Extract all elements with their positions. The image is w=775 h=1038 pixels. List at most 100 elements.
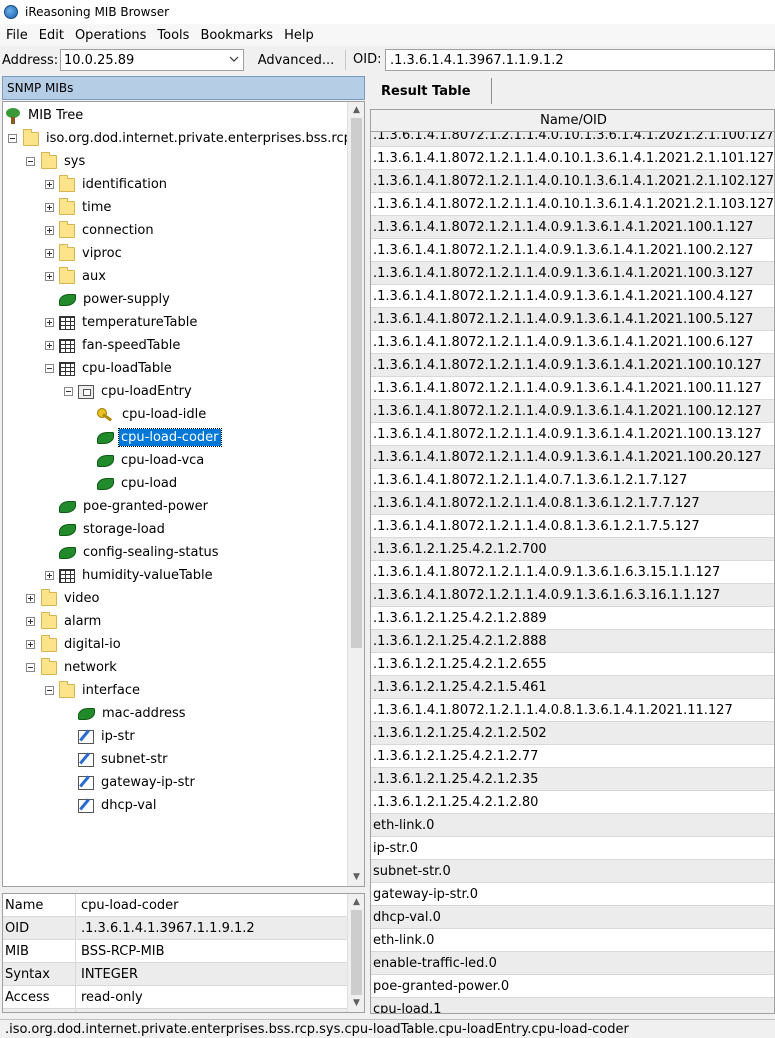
table-row[interactable]: .1.3.6.1.4.1.8072.1.2.1.1.4.0.9.1.3.6.1.… — [371, 446, 774, 469]
tree-node-label[interactable]: time — [80, 199, 113, 216]
table-row[interactable]: .1.3.6.1.4.1.8072.1.2.1.1.4.0.8.1.3.6.1.… — [371, 492, 774, 515]
table-row[interactable]: eth-link.0 — [371, 929, 774, 952]
tree-node[interactable]: storage-load — [59, 518, 167, 541]
tree-node-label[interactable]: mac-address — [100, 705, 188, 722]
expand-icon[interactable] — [45, 249, 54, 258]
table-row[interactable]: .1.3.6.1.2.1.25.4.2.1.2.502 — [371, 722, 774, 745]
tree-scrollbar[interactable]: ▲ ▼ — [347, 102, 364, 886]
tree-node-label[interactable]: connection — [80, 222, 156, 239]
tree-node-label[interactable]: interface — [80, 682, 142, 699]
expand-icon[interactable] — [26, 594, 35, 603]
table-row[interactable]: .1.3.6.1.4.1.8072.1.2.1.1.4.0.9.1.3.6.1.… — [371, 377, 774, 400]
tree-node[interactable]: cpu-load-coder — [97, 426, 222, 449]
table-row[interactable]: .1.3.6.1.4.1.8072.1.2.1.1.4.0.9.1.3.6.1.… — [371, 262, 774, 285]
tree-node[interactable]: viproc — [59, 242, 124, 265]
expand-icon[interactable] — [26, 617, 35, 626]
tree-node-label[interactable]: cpu-load — [119, 475, 179, 492]
tree-node-label[interactable]: sys — [62, 153, 87, 170]
tree-node-label[interactable]: config-sealing-status — [81, 544, 221, 561]
tree-node[interactable]: cpu-load-vca — [97, 449, 206, 472]
tab-result-table[interactable]: Result Table — [370, 78, 492, 104]
table-row[interactable]: .1.3.6.1.2.1.25.4.2.1.2.35 — [371, 768, 774, 791]
tree-node[interactable]: power-supply — [59, 288, 172, 311]
table-row[interactable]: .1.3.6.1.2.1.25.4.2.1.2.655 — [371, 653, 774, 676]
tree-node-label[interactable]: viproc — [80, 245, 124, 262]
collapse-icon[interactable] — [45, 686, 54, 695]
tree-node[interactable]: aux — [59, 265, 108, 288]
tree-node[interactable]: sys — [41, 150, 87, 173]
menu-edit[interactable]: Edit — [33, 28, 69, 43]
table-row[interactable]: .1.3.6.1.4.1.8072.1.2.1.1.4.0.10.1.3.6.1… — [371, 193, 774, 216]
tree-node[interactable]: mac-address — [78, 702, 188, 725]
tree-node[interactable]: digital-io — [41, 633, 123, 656]
menu-tools[interactable]: Tools — [151, 28, 194, 43]
mib-tree[interactable]: MIB Tree iso.org.dod.internet.private.ent… — [2, 101, 365, 887]
tree-node[interactable]: fan-speedTable — [59, 334, 182, 357]
table-row[interactable]: .1.3.6.1.4.1.8072.1.2.1.1.4.0.8.1.3.6.1.… — [371, 699, 774, 722]
table-row[interactable]: .1.3.6.1.4.1.8072.1.2.1.1.4.0.9.1.3.6.1.… — [371, 285, 774, 308]
table-row[interactable]: .1.3.6.1.4.1.8072.1.2.1.1.4.0.9.1.3.6.1.… — [371, 423, 774, 446]
tree-node[interactable]: poe-granted-power — [59, 495, 210, 518]
properties-scrollbar[interactable]: ▲ ▼ — [347, 894, 364, 1012]
table-row[interactable]: .1.3.6.1.2.1.25.4.2.1.2.700 — [371, 538, 774, 561]
collapse-icon[interactable] — [64, 387, 73, 396]
expand-icon[interactable] — [45, 318, 54, 327]
table-row[interactable]: .1.3.6.1.2.1.25.4.2.1.2.80 — [371, 791, 774, 814]
expand-icon[interactable] — [45, 571, 54, 580]
tree-node-label[interactable]: cpu-load-coder — [118, 428, 222, 447]
table-row[interactable]: .1.3.6.1.2.1.25.4.2.1.5.461 — [371, 676, 774, 699]
tree-node-label[interactable]: fan-speedTable — [80, 337, 182, 354]
tree-node-label[interactable]: dhcp-val — [99, 797, 159, 814]
scroll-down-icon[interactable]: ▼ — [351, 998, 362, 1009]
table-row[interactable]: .1.3.6.1.4.1.8072.1.2.1.1.4.0.8.1.3.6.1.… — [371, 515, 774, 538]
tree-node[interactable]: cpu-loadTable — [59, 357, 174, 380]
collapse-icon[interactable] — [26, 157, 35, 166]
tree-node-label[interactable]: iso.org.dod.internet.private.enterprises… — [44, 130, 354, 147]
tree-node-label[interactable]: subnet-str — [99, 751, 170, 768]
tree-node-label[interactable]: MIB Tree — [26, 107, 85, 124]
tree-node-label[interactable]: aux — [80, 268, 108, 285]
column-header-name-oid[interactable]: Name/OID — [371, 110, 774, 132]
tree-node[interactable]: config-sealing-status — [59, 541, 221, 564]
table-row[interactable]: .1.3.6.1.2.1.25.4.2.1.2.889 — [371, 607, 774, 630]
menu-bookmarks[interactable]: Bookmarks — [194, 28, 278, 43]
tree-node-label[interactable]: cpu-loadTable — [80, 360, 174, 377]
expand-icon[interactable] — [45, 341, 54, 350]
tree-node[interactable]: cpu-load — [97, 472, 179, 495]
tree-node[interactable]: dhcp-val — [78, 794, 159, 817]
table-row[interactable]: ip-str.0 — [371, 837, 774, 860]
oid-input[interactable]: .1.3.6.1.4.1.3967.1.1.9.1.2 — [385, 49, 775, 71]
tree-node-label[interactable]: cpu-load-idle — [120, 406, 208, 423]
tree-scroll-thumb[interactable] — [351, 118, 362, 648]
table-row[interactable]: .1.3.6.1.4.1.8072.1.2.1.1.4.0.10.1.3.6.1… — [371, 170, 774, 193]
collapse-icon[interactable] — [26, 663, 35, 672]
tree-node-label[interactable]: power-supply — [81, 291, 172, 308]
tree-node-label[interactable]: video — [62, 590, 102, 607]
tree-node-label[interactable]: alarm — [62, 613, 103, 630]
tree-node[interactable]: cpu-loadEntry — [78, 380, 194, 403]
tree-node-label[interactable]: temperatureTable — [80, 314, 199, 331]
table-row[interactable]: subnet-str.0 — [371, 860, 774, 883]
table-row[interactable]: .1.3.6.1.4.1.8072.1.2.1.1.4.0.7.1.3.6.1.… — [371, 469, 774, 492]
tree-node-label[interactable]: cpu-load-vca — [119, 452, 206, 469]
tree-node-label[interactable]: network — [62, 659, 119, 676]
table-row[interactable]: gateway-ip-str.0 — [371, 883, 774, 906]
collapse-icon[interactable] — [8, 134, 17, 143]
address-combobox[interactable]: 10.0.25.89 — [60, 49, 244, 71]
table-row[interactable]: .1.3.6.1.4.1.8072.1.2.1.1.4.0.9.1.3.6.1.… — [371, 239, 774, 262]
menu-file[interactable]: File — [0, 28, 33, 43]
chevron-down-icon[interactable] — [229, 54, 239, 64]
expand-icon[interactable] — [45, 203, 54, 212]
table-row[interactable]: .1.3.6.1.4.1.8072.1.2.1.1.4.0.9.1.3.6.1.… — [371, 400, 774, 423]
expand-icon[interactable] — [45, 272, 54, 281]
tree-node[interactable]: temperatureTable — [59, 311, 199, 334]
table-row[interactable]: eth-link.0 — [371, 814, 774, 837]
tree-node[interactable]: humidity-valueTable — [59, 564, 215, 587]
tree-node-label[interactable]: storage-load — [81, 521, 167, 538]
table-row[interactable]: dhcp-val.0 — [371, 906, 774, 929]
tree-node-label[interactable]: cpu-loadEntry — [99, 383, 194, 400]
table-row[interactable]: .1.3.6.1.4.1.8072.1.2.1.1.4.0.9.1.3.6.1.… — [371, 216, 774, 239]
scroll-up-icon[interactable]: ▲ — [351, 897, 362, 908]
tree-node[interactable]: identification — [59, 173, 169, 196]
scroll-up-icon[interactable]: ▲ — [351, 105, 362, 116]
